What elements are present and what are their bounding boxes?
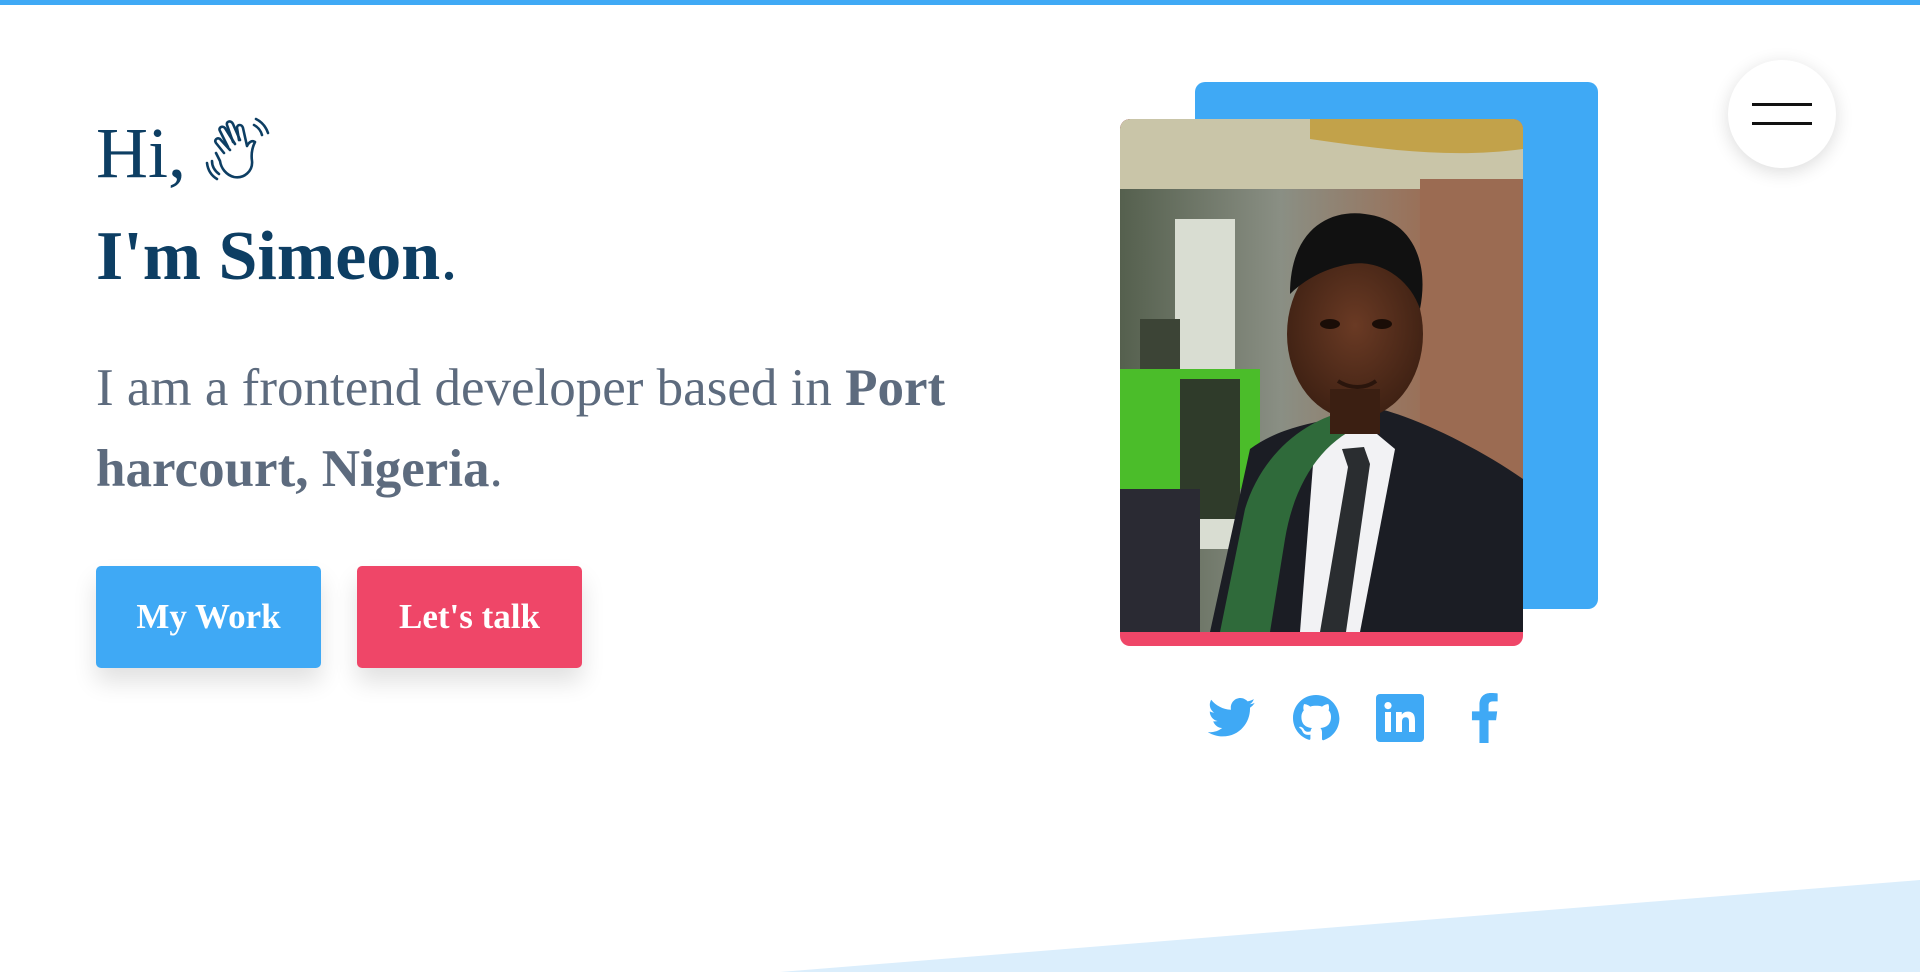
name-text: I'm Simeon [96, 218, 441, 295]
name-period: . [440, 218, 458, 295]
waving-hand-icon [204, 113, 276, 185]
github-icon[interactable] [1291, 693, 1341, 743]
hamburger-menu-icon[interactable] [1728, 60, 1836, 168]
lets-talk-button[interactable]: Let's talk [357, 566, 582, 668]
intro-period: . [489, 440, 503, 498]
facebook-icon[interactable] [1459, 693, 1509, 743]
linkedin-icon[interactable] [1375, 693, 1425, 743]
greeting-heading: Hi, [96, 108, 996, 198]
menu-line-bottom [1752, 122, 1812, 125]
menu-line-top [1752, 103, 1812, 106]
cta-buttons: My Work Let's talk [96, 566, 996, 668]
greeting-text: Hi, [96, 113, 186, 193]
intro-text: I am a frontend developer based in [96, 359, 846, 417]
profile-photo-card [1120, 119, 1523, 646]
twitter-icon[interactable] [1207, 693, 1257, 743]
intro-paragraph: I am a frontend developer based in Port … [96, 348, 996, 510]
my-work-button[interactable]: My Work [96, 566, 321, 668]
top-accent-bar [0, 0, 1920, 5]
profile-photo [1120, 119, 1523, 632]
social-links [1207, 693, 1509, 743]
name-heading: I'm Simeon. [96, 212, 996, 302]
hero-intro: Hi, I'm Simeon. I am a frontend develope… [96, 108, 996, 668]
